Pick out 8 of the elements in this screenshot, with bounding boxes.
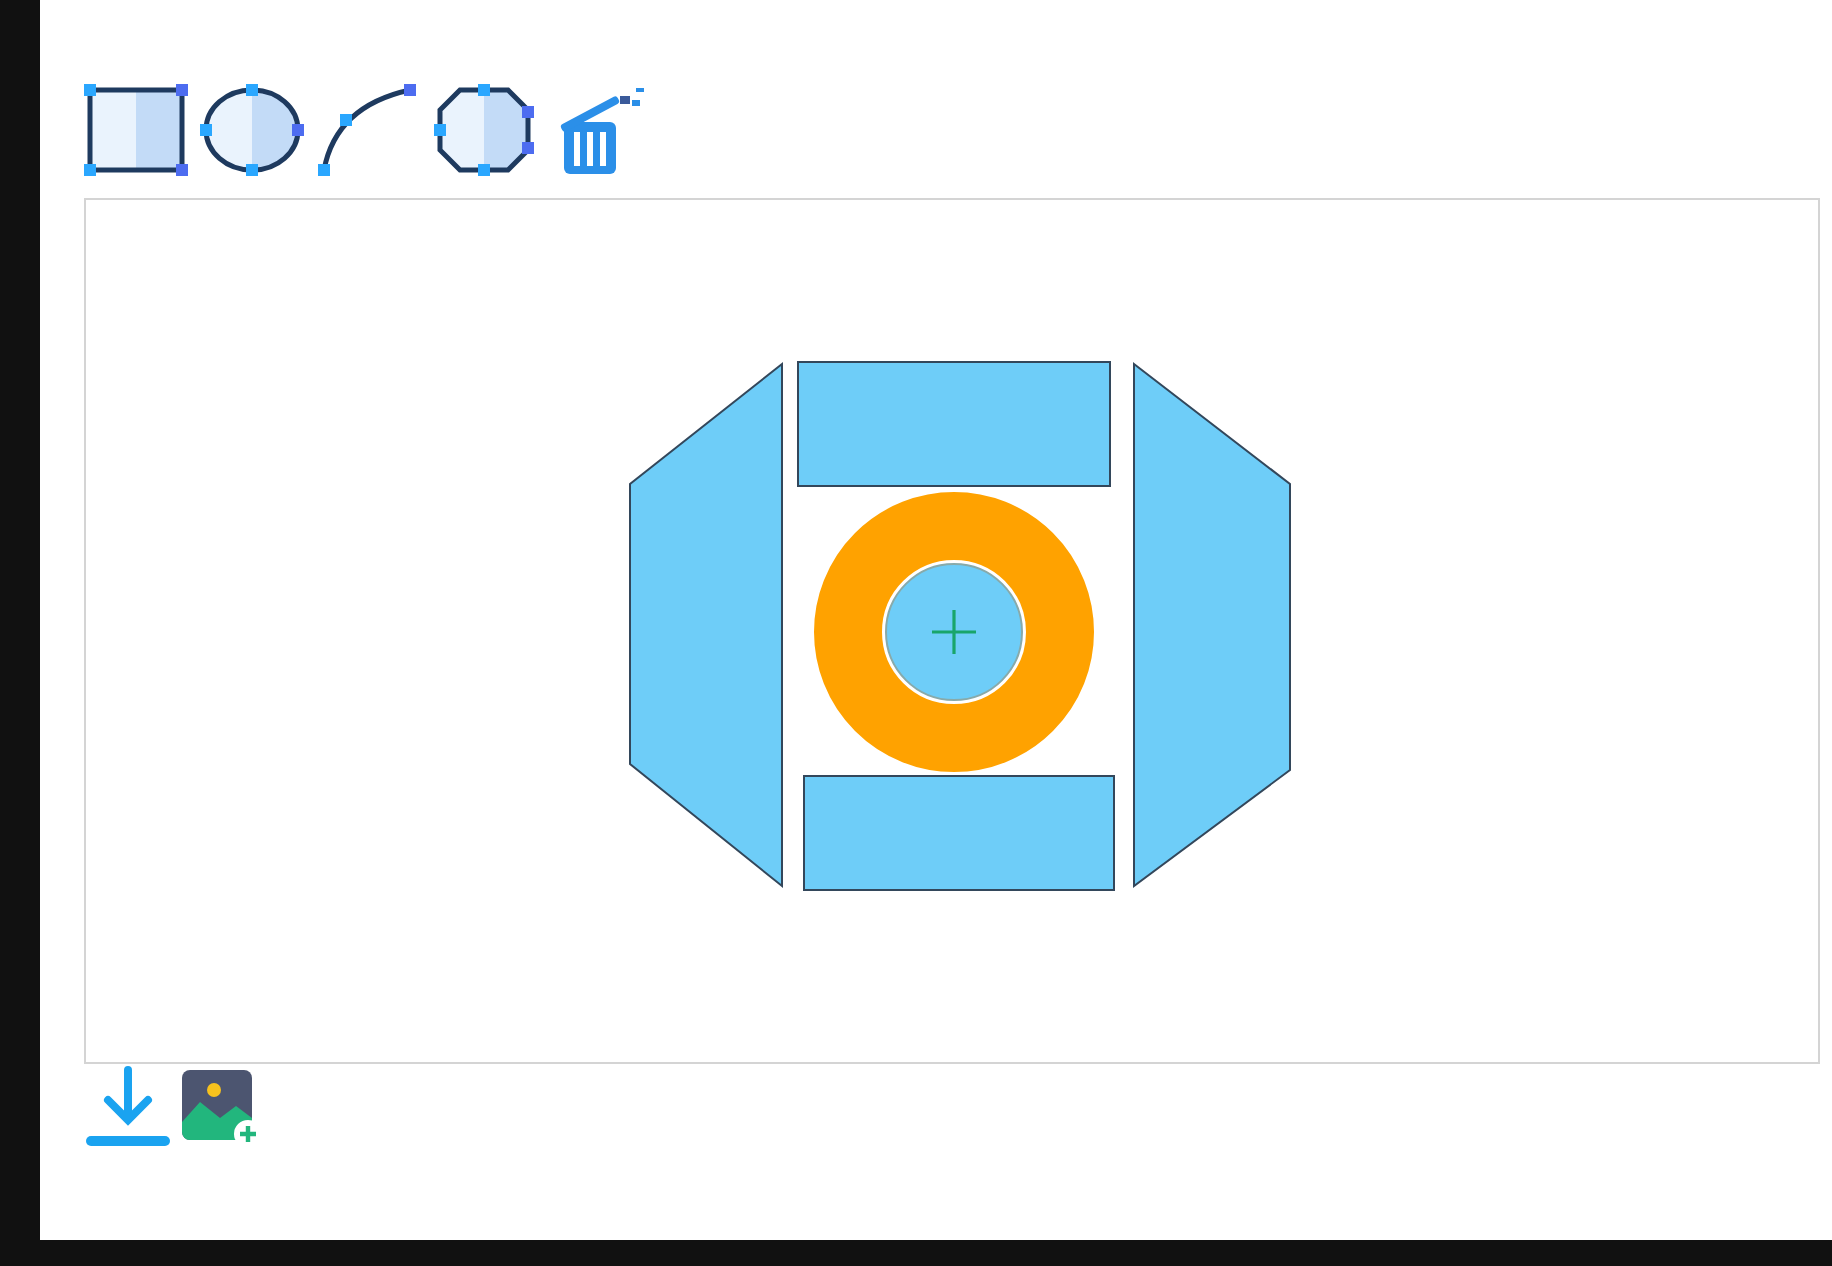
polygon-shape[interactable] <box>1133 361 1291 888</box>
polygon-tool-icon[interactable] <box>432 82 536 178</box>
rectangle-shape[interactable] <box>797 361 1111 487</box>
polygon-shape[interactable] <box>629 361 783 889</box>
ellipse-tool-icon[interactable] <box>200 82 304 178</box>
curve-tool-icon[interactable] <box>316 82 420 178</box>
rectangle-tool-icon[interactable] <box>84 82 188 178</box>
rectangle-shape[interactable] <box>803 775 1115 891</box>
